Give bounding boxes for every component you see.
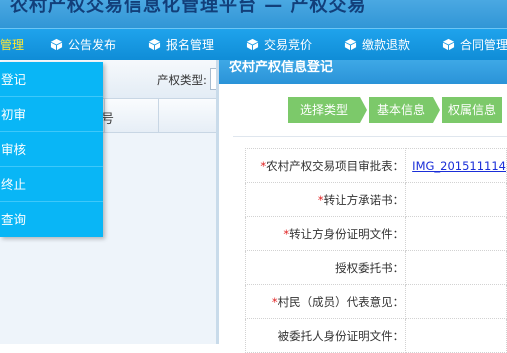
- nav-label: 报名管理: [166, 38, 215, 52]
- cube-icon: [246, 38, 259, 51]
- form-label-text: 农村产权交易项目审批表：: [266, 158, 405, 173]
- form-row: *转让方身份证明文件：: [244, 216, 507, 251]
- form-row: 授权委托书：: [244, 250, 507, 285]
- nav-label: 公告发布: [68, 38, 117, 52]
- form-row: *村民（成员）代表意见：: [244, 284, 507, 319]
- form-label: 被委托人身份证明文件：: [244, 318, 407, 353]
- form-label: *转让方承诺书：: [244, 182, 407, 217]
- form-label: *转让方身份证明文件：: [244, 216, 407, 251]
- step-arrow: [360, 97, 367, 123]
- app-title: 农村产权交易信息化管理平台 — 产权交易: [10, 0, 367, 16]
- form-row: *转让方承诺书：: [244, 182, 507, 217]
- nav-item-manage[interactable]: 管理: [0, 29, 24, 61]
- nav-item-payment[interactable]: 缴款退款: [344, 29, 410, 61]
- cube-icon: [148, 38, 161, 51]
- attachment-link[interactable]: IMG_201511114: [412, 159, 506, 173]
- cube-icon: [442, 38, 455, 51]
- form-label-text: 被委托人身份证明文件：: [277, 328, 405, 343]
- main-panel-title: 农村产权信息登记: [229, 60, 334, 75]
- nav-label: 交易竞价: [264, 38, 313, 52]
- form-label: *村民（成员）代表意见：: [244, 284, 407, 319]
- column-divider: [158, 99, 159, 132]
- nav-label: 合同管理: [460, 38, 507, 52]
- cube-icon: [344, 38, 357, 51]
- menu-item-register[interactable]: 登记: [0, 62, 103, 97]
- cube-icon: [50, 38, 63, 51]
- form-value: [405, 182, 507, 217]
- step-ownership-info[interactable]: 权属信息: [442, 97, 502, 123]
- step-basic-info[interactable]: 基本信息: [369, 97, 433, 123]
- menu-item-first-review[interactable]: 初审: [0, 97, 103, 132]
- menu-item-audit[interactable]: 审核: [0, 132, 103, 167]
- form-label-text: 授权委托书：: [335, 260, 405, 275]
- filter-label: 产权类型:: [157, 73, 207, 87]
- form-label: 授权委托书：: [244, 250, 407, 285]
- form-top-border: [233, 136, 507, 137]
- form-label-text: 转让方身份证明文件：: [289, 226, 405, 241]
- form-label: *农村产权交易项目审批表：: [244, 148, 407, 183]
- form-row: 被委托人身份证明文件：: [244, 318, 507, 353]
- nav-item-bidding[interactable]: 交易竞价: [246, 29, 312, 61]
- nav-label: 缴款退款: [362, 38, 411, 52]
- form-label-text: 村民（成员）代表意见：: [277, 294, 405, 309]
- attachments-form: *农村产权交易项目审批表： IMG_201511114 *转让方承诺书： *转让…: [244, 148, 507, 353]
- menu-item-query[interactable]: 查询: [0, 202, 103, 237]
- form-value: [405, 216, 507, 251]
- form-value: [405, 318, 507, 353]
- nav-item-announcement[interactable]: 公告发布: [50, 29, 116, 61]
- form-label-text: 转让方承诺书：: [323, 192, 405, 207]
- nav-item-registration[interactable]: 报名管理: [148, 29, 214, 61]
- form-row: *农村产权交易项目审批表： IMG_201511114: [244, 148, 507, 183]
- menu-item-terminate[interactable]: 终止: [0, 167, 103, 202]
- form-value: [405, 284, 507, 319]
- app-banner: 农村产权交易信息化管理平台 — 产权交易: [0, 0, 507, 28]
- top-navbar: 管理 公告发布 报名管理 交易竞价 缴款退款 合同管理: [0, 28, 507, 61]
- main-panel-header: 农村产权信息登记: [219, 60, 507, 84]
- nav-label: 管理: [0, 38, 25, 52]
- step-arrow: [433, 97, 440, 123]
- form-value: [405, 250, 507, 285]
- manage-dropdown-menu: 登记 初审 审核 终止 查询: [0, 62, 103, 237]
- nav-item-contract[interactable]: 合同管理: [442, 29, 507, 61]
- step-select-type[interactable]: 选择类型: [288, 97, 360, 123]
- form-value: IMG_201511114: [405, 148, 507, 183]
